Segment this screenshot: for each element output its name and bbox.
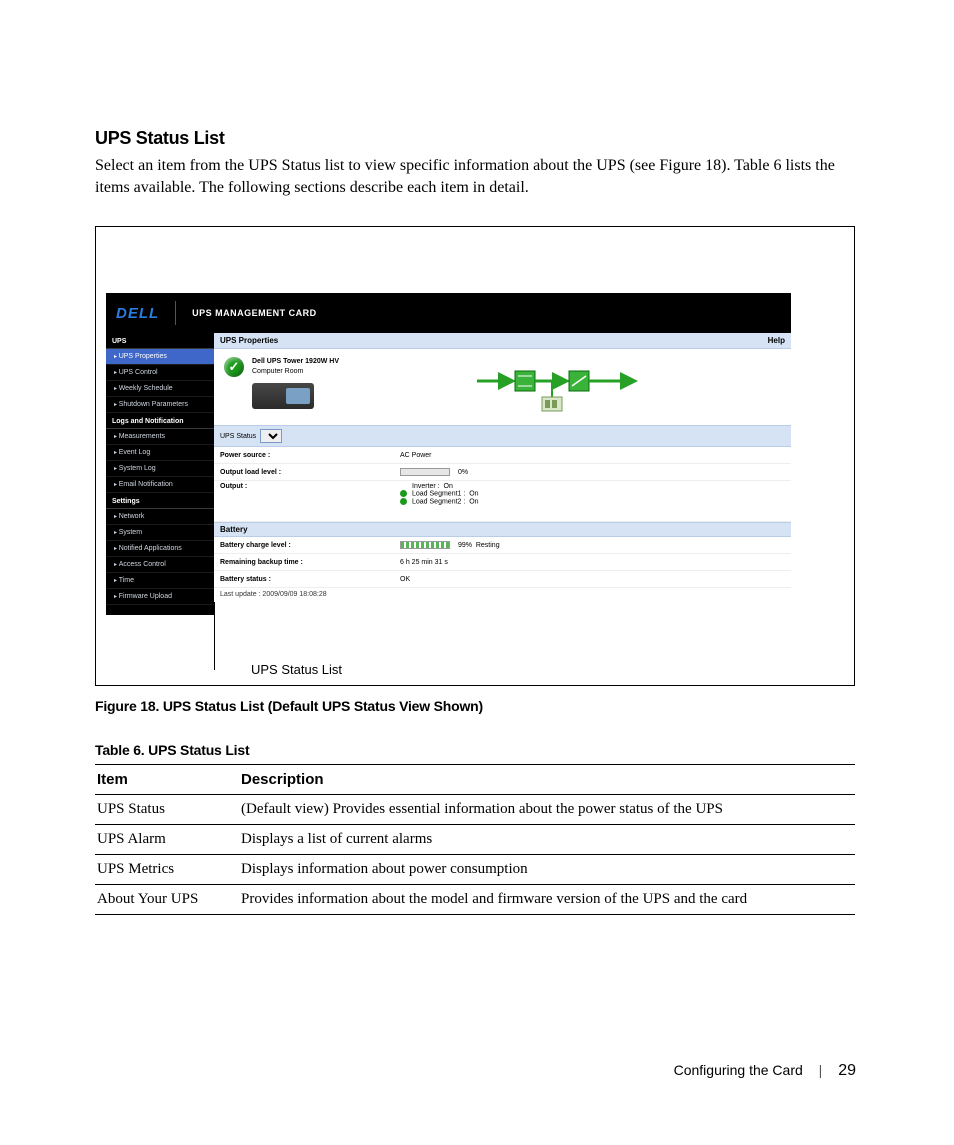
last-update: Last update : 2009/09/09 18:08:28 xyxy=(214,588,791,601)
nav-network[interactable]: Network xyxy=(106,509,214,525)
cell-desc: Provides information about the model and… xyxy=(239,885,855,915)
table-row: UPS Alarm Displays a list of current ala… xyxy=(95,825,855,855)
header-divider xyxy=(175,301,176,325)
seg2-status-icon xyxy=(400,498,407,505)
nav-system-log[interactable]: System Log xyxy=(106,461,214,477)
table-row: UPS Status (Default view) Provides essen… xyxy=(95,795,855,825)
nav-measurements[interactable]: Measurements xyxy=(106,429,214,445)
cell-item: UPS Metrics xyxy=(95,855,239,885)
battery-subheader: Battery xyxy=(214,522,791,537)
help-link[interactable]: Help xyxy=(768,336,785,345)
cell-item: UPS Status xyxy=(95,795,239,825)
nav-shutdown-parameters[interactable]: Shutdown Parameters xyxy=(106,397,214,413)
nav-email-notification[interactable]: Email Notification xyxy=(106,477,214,493)
cell-desc: Displays a list of current alarms xyxy=(239,825,855,855)
output-load-bar xyxy=(400,468,450,476)
nav-event-log[interactable]: Event Log xyxy=(106,445,214,461)
figure-caption: Figure 18. UPS Status List (Default UPS … xyxy=(95,698,855,714)
intro-paragraph: Select an item from the UPS Status list … xyxy=(95,155,855,198)
batt-charge-state: Resting xyxy=(476,542,500,549)
cell-item: UPS Alarm xyxy=(95,825,239,855)
figure-frame: DELL UPS MANAGEMENT CARD UPS UPS Propert… xyxy=(95,226,855,686)
batt-status-label: Battery status : xyxy=(220,576,400,583)
callout-label: UPS Status List xyxy=(251,662,342,677)
power-source-label: Power source : xyxy=(220,452,400,459)
output-load-label: Output load level : xyxy=(220,469,400,476)
output-load-pct: 0% xyxy=(458,469,468,476)
nav-system[interactable]: System xyxy=(106,525,214,541)
nav-firmware-upload[interactable]: Firmware Upload xyxy=(106,589,214,605)
section-heading: UPS Status List xyxy=(95,128,855,149)
seg2-label: Load Segment2 : xyxy=(412,498,465,505)
footer-page-number: 29 xyxy=(838,1062,856,1079)
batt-charge-bar xyxy=(400,541,450,549)
dell-logo: DELL xyxy=(116,305,159,322)
backup-time-label: Remaining backup time : xyxy=(220,559,400,566)
callout-tick xyxy=(204,602,214,603)
ups-status-picker-row: UPS Status xyxy=(214,425,791,447)
nav-access-control[interactable]: Access Control xyxy=(106,557,214,573)
th-desc: Description xyxy=(239,765,855,795)
app-title: UPS MANAGEMENT CARD xyxy=(192,308,317,318)
page-footer: Configuring the Card | 29 xyxy=(0,1062,954,1080)
seg1-status-icon xyxy=(400,490,407,497)
sidebar-nav: UPS UPS Properties UPS Control Weekly Sc… xyxy=(106,333,214,615)
ups-status-picker-label: UPS Status xyxy=(220,433,256,440)
ups-management-app: DELL UPS MANAGEMENT CARD UPS UPS Propert… xyxy=(106,293,791,615)
device-room: Computer Room xyxy=(252,367,339,377)
seg1-value: On xyxy=(469,491,478,498)
footer-separator: | xyxy=(819,1062,823,1078)
seg1-label: Load Segment1 : xyxy=(412,491,465,498)
th-item: Item xyxy=(95,765,239,795)
cell-item: About Your UPS xyxy=(95,885,239,915)
table-row: UPS Metrics Displays information about p… xyxy=(95,855,855,885)
nav-ups-control[interactable]: UPS Control xyxy=(106,365,214,381)
nav-notified-applications[interactable]: Notified Applications xyxy=(106,541,214,557)
nav-group-logs: Logs and Notification xyxy=(106,413,214,429)
table-caption: Table 6. UPS Status List xyxy=(95,742,855,758)
power-flow-diagram xyxy=(349,357,781,413)
table-row: About Your UPS Provides information abou… xyxy=(95,885,855,915)
seg2-value: On xyxy=(469,498,478,505)
app-header: DELL UPS MANAGEMENT CARD xyxy=(106,293,791,333)
nav-weekly-schedule[interactable]: Weekly Schedule xyxy=(106,381,214,397)
backup-time-value: 6 h 25 min 31 s xyxy=(400,559,785,566)
status-list-table: Item Description UPS Status (Default vie… xyxy=(95,764,855,915)
output-label: Output : xyxy=(220,483,400,490)
device-name: Dell UPS Tower 1920W HV xyxy=(252,357,339,367)
cell-desc: Displays information about power consump… xyxy=(239,855,855,885)
footer-section: Configuring the Card xyxy=(674,1062,803,1078)
nav-group-settings: Settings xyxy=(106,493,214,509)
inverter-value: On xyxy=(444,483,453,490)
ups-status-select[interactable] xyxy=(260,429,282,443)
power-source-value: AC Power xyxy=(400,452,785,459)
nav-time[interactable]: Time xyxy=(106,573,214,589)
batt-charge-label: Battery charge level : xyxy=(220,542,400,549)
batt-status-value: OK xyxy=(400,576,785,583)
inverter-label: Inverter : xyxy=(412,483,440,490)
cell-desc: (Default view) Provides essential inform… xyxy=(239,795,855,825)
panel-title: UPS Properties xyxy=(220,336,278,345)
device-image xyxy=(252,383,314,409)
nav-group-ups: UPS xyxy=(106,333,214,349)
main-panel: UPS Properties Help ✓ Dell UPS Tower 192… xyxy=(214,333,791,615)
callout-line xyxy=(214,602,215,670)
nav-ups-properties[interactable]: UPS Properties xyxy=(106,349,214,365)
status-ok-icon: ✓ xyxy=(224,357,244,377)
batt-charge-pct: 99% xyxy=(458,542,472,549)
